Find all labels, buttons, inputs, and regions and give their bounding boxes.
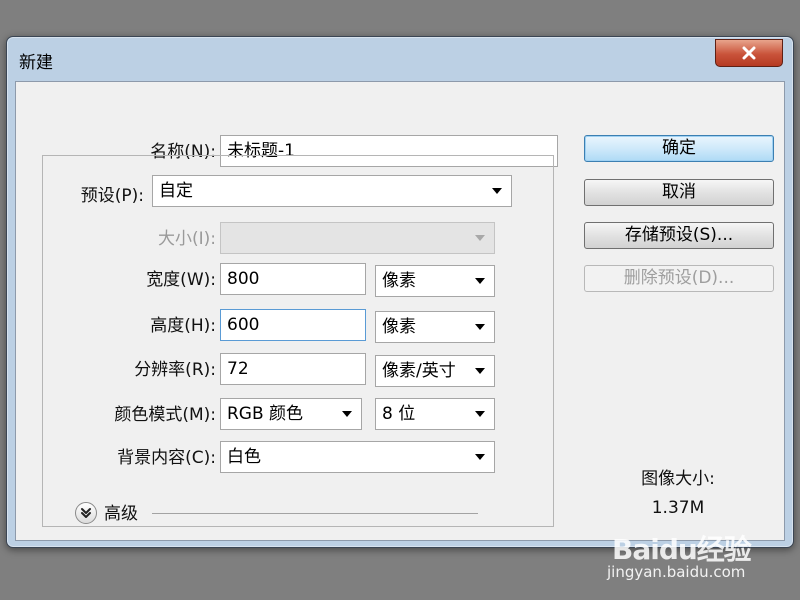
advanced-divider <box>152 513 478 514</box>
preset-value: 自定 <box>159 181 193 201</box>
image-size-value: 1.37M <box>651 498 705 518</box>
size-label: 大小(I): <box>157 229 216 249</box>
chevron-down-icon <box>475 454 485 460</box>
save-preset-button[interactable]: 存储预设(S)... <box>584 222 774 249</box>
width-unit-select[interactable]: 像素 <box>375 265 495 297</box>
bit-depth-select[interactable]: 8 位 <box>375 398 495 430</box>
color-mode-label: 颜色模式(M): <box>114 405 216 425</box>
close-button[interactable] <box>715 39 783 67</box>
width-input[interactable]: 800 <box>220 263 366 295</box>
dialog-body: 名称(N): 未标题-1 预设(P): 自定 大小(I): 宽度(W): 800… <box>15 81 785 541</box>
height-label: 高度(H): <box>150 316 216 336</box>
advanced-toggle[interactable] <box>75 502 97 524</box>
preset-label: 预设(P): <box>56 182 148 210</box>
new-document-dialog: 新建 名称(N): 未标题-1 预设(P): 自定 大小(I): 宽度(W): … <box>6 36 794 548</box>
chevron-down-icon <box>475 278 485 284</box>
cancel-button[interactable]: 取消 <box>584 179 774 206</box>
dialog-title: 新建 <box>19 53 53 73</box>
dialog-titlebar[interactable]: 新建 <box>7 37 793 77</box>
color-mode-select[interactable]: RGB 颜色 <box>220 398 362 430</box>
watermark-url: jingyan.baidu.com <box>607 563 746 581</box>
chevron-down-icon <box>475 368 485 374</box>
resolution-input[interactable]: 72 <box>220 353 366 385</box>
chevron-down-icon <box>492 188 502 194</box>
delete-preset-button: 删除预设(D)... <box>584 265 774 292</box>
width-unit-value: 像素 <box>382 271 416 291</box>
ok-button[interactable]: 确定 <box>584 135 774 162</box>
chevron-down-icon <box>475 235 485 241</box>
advanced-label[interactable]: 高级 <box>104 500 148 528</box>
double-chevron-down-icon <box>81 508 91 518</box>
resolution-unit-value: 像素/英寸 <box>382 361 456 381</box>
background-select[interactable]: 白色 <box>220 441 495 473</box>
bit-depth-value: 8 位 <box>382 404 416 424</box>
resolution-unit-select[interactable]: 像素/英寸 <box>375 355 495 387</box>
chevron-down-icon <box>475 324 485 330</box>
height-unit-value: 像素 <box>382 317 416 337</box>
width-label: 宽度(W): <box>146 270 216 290</box>
background-value: 白色 <box>227 447 261 467</box>
background-label: 背景内容(C): <box>117 448 216 468</box>
chevron-down-icon <box>342 411 352 417</box>
size-select <box>220 222 495 254</box>
image-size-label: 图像大小: <box>641 469 715 489</box>
close-icon <box>742 46 756 60</box>
height-unit-select[interactable]: 像素 <box>375 311 495 343</box>
height-input[interactable]: 600 <box>220 309 366 341</box>
preset-select[interactable]: 自定 <box>152 175 512 207</box>
resolution-label: 分辨率(R): <box>134 360 216 380</box>
color-mode-value: RGB 颜色 <box>227 404 304 424</box>
watermark-logo-text: Baidu经验 <box>612 533 752 566</box>
chevron-down-icon <box>475 411 485 417</box>
baidu-watermark-logo: Baidu经验 <box>612 528 762 566</box>
